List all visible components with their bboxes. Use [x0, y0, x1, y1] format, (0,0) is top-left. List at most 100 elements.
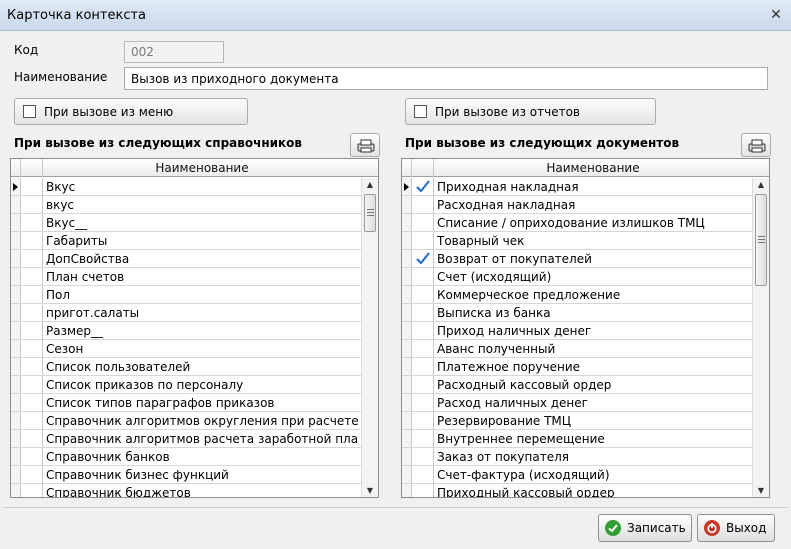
- row-check-cell[interactable]: [21, 322, 43, 339]
- row-check-cell[interactable]: [21, 430, 43, 447]
- table-row[interactable]: ДопСвойства: [11, 250, 361, 268]
- row-check-cell[interactable]: [412, 304, 434, 321]
- table-row[interactable]: Выписка из банка: [402, 304, 752, 322]
- table-row[interactable]: пригот.салаты: [11, 304, 361, 322]
- table-row[interactable]: Список пользователей: [11, 358, 361, 376]
- table-row[interactable]: Внутреннее перемещение: [402, 430, 752, 448]
- table-row[interactable]: Возврат от покупателей: [402, 250, 752, 268]
- row-check-cell[interactable]: [412, 322, 434, 339]
- close-icon[interactable]: ✕: [767, 6, 785, 24]
- row-check-cell[interactable]: [21, 304, 43, 321]
- table-row[interactable]: Списание / оприходование излишков ТМЦ: [402, 214, 752, 232]
- table-row[interactable]: вкус: [11, 196, 361, 214]
- table-row[interactable]: Резервирование ТМЦ: [402, 412, 752, 430]
- scroll-thumb[interactable]: [755, 194, 767, 286]
- table-row[interactable]: Справочник бюджетов: [11, 484, 361, 497]
- column-header-name[interactable]: Наименование: [43, 161, 361, 175]
- table-row[interactable]: Сезон: [11, 340, 361, 358]
- row-check-cell[interactable]: [21, 232, 43, 249]
- row-check-cell[interactable]: [412, 196, 434, 213]
- scroll-down-icon[interactable]: ▼: [753, 484, 769, 497]
- table-row[interactable]: Пол: [11, 286, 361, 304]
- table-row[interactable]: Платежное поручение: [402, 358, 752, 376]
- right-scrollbar[interactable]: ▲ ▼: [752, 178, 769, 497]
- table-row[interactable]: Габариты: [11, 232, 361, 250]
- row-check-cell[interactable]: [21, 214, 43, 231]
- table-row[interactable]: Аванс полученный: [402, 340, 752, 358]
- table-row[interactable]: Приходный кассовый ордер: [402, 484, 752, 497]
- row-check-cell[interactable]: [21, 466, 43, 483]
- table-row[interactable]: Приходная накладная: [402, 178, 752, 196]
- row-check-cell[interactable]: [21, 448, 43, 465]
- table-row[interactable]: Коммерческое предложение: [402, 286, 752, 304]
- table-row[interactable]: Справочник банков: [11, 448, 361, 466]
- row-check-cell[interactable]: [21, 268, 43, 285]
- row-name: Коммерческое предложение: [437, 288, 621, 302]
- table-row[interactable]: Расход наличных денег: [402, 394, 752, 412]
- table-row[interactable]: Заказ от покупателя: [402, 448, 752, 466]
- table-row[interactable]: Расходный кассовый ордер: [402, 376, 752, 394]
- table-row[interactable]: Вкус: [11, 178, 361, 196]
- row-check-cell[interactable]: [21, 412, 43, 429]
- row-check-cell[interactable]: [412, 232, 434, 249]
- table-row[interactable]: Счет (исходящий): [402, 268, 752, 286]
- row-check-cell[interactable]: [21, 286, 43, 303]
- row-check-cell[interactable]: [412, 376, 434, 393]
- column-header-name[interactable]: Наименование: [434, 161, 752, 175]
- table-row[interactable]: Список типов параграфов приказов: [11, 394, 361, 412]
- row-name: Заказ от покупателя: [437, 450, 569, 464]
- table-row[interactable]: Справочник алгоритмов округления при рас…: [11, 412, 361, 430]
- scroll-thumb[interactable]: [364, 194, 376, 232]
- menu-call-checkbox[interactable]: При вызове из меню: [14, 98, 248, 125]
- right-print-button[interactable]: [741, 133, 771, 157]
- row-check-cell[interactable]: [412, 340, 434, 357]
- table-row[interactable]: План счетов: [11, 268, 361, 286]
- row-indicator: [402, 268, 412, 285]
- row-indicator: [11, 394, 21, 411]
- row-check-cell[interactable]: [412, 178, 434, 195]
- row-check-cell[interactable]: [412, 484, 434, 497]
- table-row[interactable]: Размер__: [11, 322, 361, 340]
- row-check-cell[interactable]: [412, 448, 434, 465]
- table-row[interactable]: Товарный чек: [402, 232, 752, 250]
- row-check-cell[interactable]: [412, 466, 434, 483]
- table-row[interactable]: Расходная накладная: [402, 196, 752, 214]
- table-row[interactable]: Список приказов по персоналу: [11, 376, 361, 394]
- checkmark-icon: [416, 180, 430, 193]
- scroll-down-icon[interactable]: ▼: [362, 484, 378, 497]
- name-label: Наименование: [14, 70, 108, 84]
- row-check-cell[interactable]: [21, 178, 43, 195]
- exit-button[interactable]: Выход: [697, 514, 775, 542]
- row-check-cell[interactable]: [21, 376, 43, 393]
- save-button[interactable]: Записать: [598, 514, 692, 542]
- row-check-cell[interactable]: [21, 196, 43, 213]
- reports-call-checkbox[interactable]: При вызове из отчетов: [405, 98, 656, 125]
- row-check-cell[interactable]: [21, 358, 43, 375]
- row-name: Справочник алгоритмов округления при рас…: [46, 414, 358, 428]
- directories-grid: Наименование Вкус вкус Вкус__ Габариты ДопСв…: [10, 158, 379, 498]
- left-print-button[interactable]: [350, 133, 380, 157]
- row-check-cell[interactable]: [21, 340, 43, 357]
- row-check-cell[interactable]: [21, 250, 43, 267]
- row-name: вкус: [46, 198, 75, 212]
- table-row[interactable]: Справочник алгоритмов расчета заработной…: [11, 430, 361, 448]
- row-check-cell[interactable]: [412, 430, 434, 447]
- row-check-cell[interactable]: [412, 250, 434, 267]
- row-check-cell[interactable]: [21, 394, 43, 411]
- row-check-cell[interactable]: [412, 394, 434, 411]
- row-check-cell[interactable]: [412, 412, 434, 429]
- table-row[interactable]: Справочник бизнес функций: [11, 466, 361, 484]
- row-check-cell[interactable]: [412, 358, 434, 375]
- left-scrollbar[interactable]: ▲ ▼: [361, 178, 378, 497]
- row-check-cell[interactable]: [412, 214, 434, 231]
- code-field[interactable]: [124, 41, 224, 63]
- row-check-cell[interactable]: [412, 268, 434, 285]
- table-row[interactable]: Вкус__: [11, 214, 361, 232]
- table-row[interactable]: Счет-фактура (исходящий): [402, 466, 752, 484]
- scroll-up-icon[interactable]: ▲: [362, 178, 378, 192]
- row-check-cell[interactable]: [412, 286, 434, 303]
- table-row[interactable]: Приход наличных денег: [402, 322, 752, 340]
- scroll-up-icon[interactable]: ▲: [753, 178, 769, 192]
- name-field[interactable]: [124, 67, 768, 90]
- row-check-cell[interactable]: [21, 484, 43, 497]
